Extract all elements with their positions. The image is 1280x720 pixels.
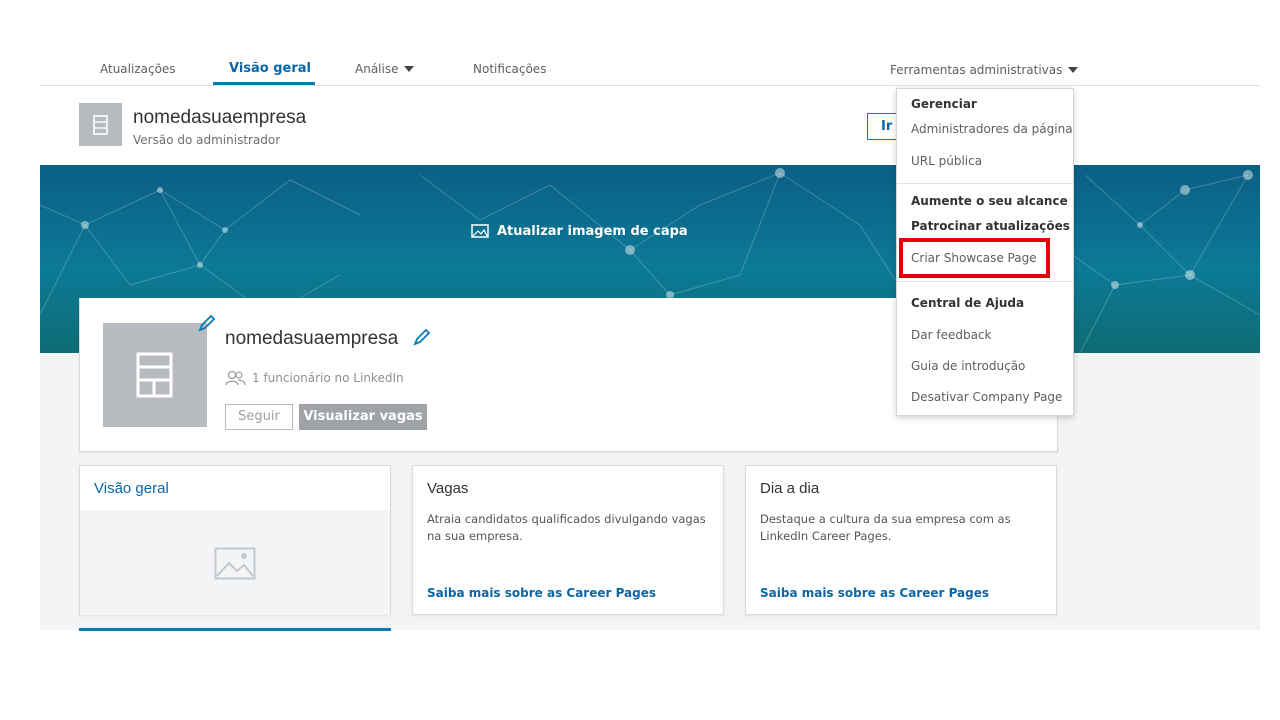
employee-count-label: 1 funcionário no LinkedIn bbox=[252, 371, 404, 385]
career-pages-link[interactable]: Saiba mais sobre as Career Pages bbox=[427, 586, 656, 600]
card-title-life: Dia a dia bbox=[760, 480, 820, 497]
menu-divider bbox=[897, 281, 1073, 282]
view-jobs-button[interactable]: Visualizar vagas bbox=[299, 404, 427, 430]
update-cover-label: Atualizar imagem de capa bbox=[497, 224, 688, 239]
jobs-card: Vagas Atraia candidatos qualificados div… bbox=[412, 465, 724, 615]
image-icon bbox=[214, 547, 256, 580]
image-icon bbox=[471, 224, 489, 242]
follow-button[interactable]: Seguir bbox=[225, 404, 293, 430]
employee-count[interactable]: 1 funcionário no LinkedIn bbox=[225, 370, 404, 389]
menu-item-public-url[interactable]: URL pública bbox=[911, 154, 982, 168]
overview-card: Visão geral bbox=[79, 465, 391, 615]
page-title: nomedasuaempresa bbox=[133, 107, 307, 128]
menu-heading-manage: Gerenciar bbox=[911, 97, 977, 111]
image-placeholder bbox=[80, 510, 390, 615]
card-description-life: Destaque a cultura da sua empresa com as… bbox=[760, 512, 1011, 543]
menu-item-page-admins[interactable]: Administradores da página bbox=[911, 122, 1073, 136]
menu-item-getting-started[interactable]: Guia de introdução bbox=[911, 359, 1025, 373]
chevron-down-icon bbox=[404, 66, 415, 72]
people-icon bbox=[225, 370, 246, 389]
edit-name-pencil-icon[interactable] bbox=[412, 327, 432, 351]
tab-overview[interactable]: Visão geral bbox=[229, 61, 311, 76]
menu-heading-help-center[interactable]: Central de Ajuda bbox=[911, 296, 1024, 310]
card-description-jobs: Atraia candidatos qualificados divulgand… bbox=[427, 512, 706, 543]
building-icon bbox=[136, 352, 173, 398]
card-title-jobs: Vagas bbox=[427, 480, 469, 497]
tab-analytics[interactable]: Análise bbox=[355, 62, 415, 76]
company-name: nomedasuaempresa bbox=[225, 328, 399, 349]
menu-item-deactivate-page[interactable]: Desativar Company Page bbox=[911, 390, 1062, 404]
tab-updates[interactable]: Atualizações bbox=[100, 62, 176, 76]
admin-tools-label: Ferramentas administrativas bbox=[890, 63, 1063, 77]
life-card: Dia a dia Destaque a cultura da sua empr… bbox=[745, 465, 1057, 615]
career-pages-link[interactable]: Saiba mais sobre as Career Pages bbox=[760, 586, 989, 600]
company-logo-small bbox=[79, 103, 122, 146]
menu-heading-reach: Aumente o seu alcance bbox=[911, 194, 1068, 208]
admin-tools-menu-toggle[interactable]: Ferramentas administrativas bbox=[890, 63, 1079, 77]
edit-logo-pencil-icon[interactable] bbox=[197, 313, 217, 337]
overview-active-underline bbox=[79, 628, 391, 631]
update-cover-button[interactable]: Atualizar imagem de capa bbox=[471, 224, 688, 242]
menu-item-feedback[interactable]: Dar feedback bbox=[911, 328, 991, 342]
highlight-annotation-box bbox=[899, 238, 1050, 278]
building-icon bbox=[93, 115, 108, 135]
admin-version-label: Versão do administrador bbox=[133, 133, 281, 147]
active-tab-indicator bbox=[213, 82, 315, 85]
company-page-admin-view: Atualizações Visão geral Análise Notific… bbox=[0, 0, 1280, 720]
chevron-down-icon bbox=[1068, 67, 1079, 73]
tab-analytics-label: Análise bbox=[355, 62, 399, 76]
tab-notifications[interactable]: Notificações bbox=[473, 62, 546, 76]
menu-item-sponsor-updates[interactable]: Patrocinar atualizações bbox=[911, 219, 1070, 233]
card-title-overview[interactable]: Visão geral bbox=[94, 480, 169, 497]
menu-divider bbox=[897, 183, 1073, 184]
company-logo-large[interactable] bbox=[103, 323, 207, 427]
